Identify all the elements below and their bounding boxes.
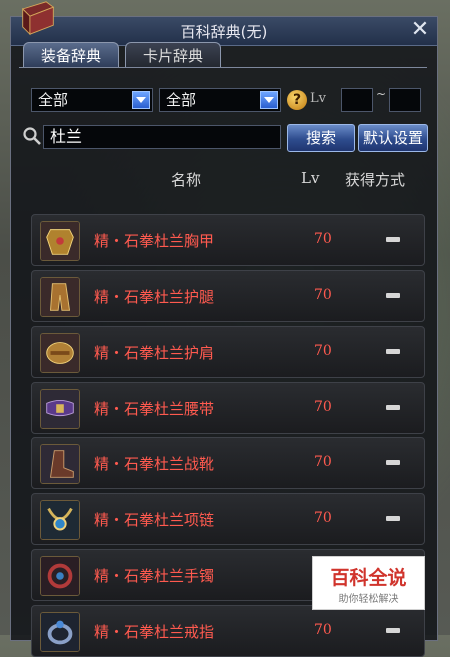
item-name: 精・石拳杜兰护腿 — [94, 288, 215, 306]
column-header-lv: Lv — [301, 169, 320, 187]
search-icon — [23, 127, 41, 145]
boots-icon — [40, 444, 80, 484]
lv-max-input[interactable] — [389, 88, 421, 112]
item-level: 70 — [314, 454, 332, 470]
item-level: 70 — [314, 287, 332, 303]
tab-divider — [19, 67, 427, 68]
source-dash-icon — [386, 293, 400, 298]
chest-armor-icon — [40, 221, 80, 261]
watermark-title: 百科全说 — [330, 567, 407, 589]
lv-filter-label: Lv — [310, 91, 326, 106]
lv-min-input[interactable] — [341, 88, 373, 112]
category-select-1[interactable]: 全部 — [31, 88, 153, 112]
close-icon[interactable]: ✕ — [409, 19, 431, 41]
source-dash-icon — [386, 349, 400, 354]
table-row[interactable]: 精・石拳杜兰戒指 70 — [31, 605, 425, 657]
tab-cards[interactable]: 卡片辞典 — [125, 42, 221, 68]
category-select-2[interactable]: 全部 — [159, 88, 281, 112]
tab-equipment[interactable]: 装备辞典 — [23, 42, 119, 68]
bracelet-icon — [40, 556, 80, 596]
window-title: 百科辞典(无) — [180, 23, 268, 41]
watermark-badge: 百科全说 助你轻松解决 — [312, 556, 425, 610]
item-name: 精・石拳杜兰手镯 — [94, 567, 215, 585]
item-level: 70 — [314, 343, 332, 359]
table-row[interactable]: 精・石拳杜兰腰带 70 — [31, 382, 425, 434]
table-row[interactable]: 精・石拳杜兰护肩 70 — [31, 326, 425, 378]
item-level: 70 — [314, 622, 332, 638]
item-level: 70 — [314, 231, 332, 247]
table-row[interactable]: 精・石拳杜兰战靴 70 — [31, 437, 425, 489]
source-dash-icon — [386, 237, 400, 242]
necklace-icon — [40, 500, 80, 540]
encyclopedia-book-icon — [21, 1, 55, 36]
category-2-value: 全部 — [166, 91, 197, 109]
search-button[interactable]: 搜索 — [287, 124, 355, 152]
chevron-down-icon[interactable] — [132, 91, 150, 109]
table-row[interactable]: 精・石拳杜兰护腿 70 — [31, 270, 425, 322]
item-level: 70 — [314, 510, 332, 526]
source-dash-icon — [386, 460, 400, 465]
shoulder-armor-icon — [40, 333, 80, 373]
table-row[interactable]: 精・石拳杜兰项链 70 — [31, 493, 425, 545]
item-name: 精・石拳杜兰戒指 — [94, 623, 215, 641]
source-dash-icon — [386, 516, 400, 521]
category-1-value: 全部 — [38, 91, 69, 109]
ring-icon — [40, 612, 80, 652]
watermark-subtitle: 助你轻松解决 — [338, 594, 399, 605]
item-name: 精・石拳杜兰胸甲 — [94, 232, 215, 250]
chevron-down-icon[interactable] — [260, 91, 278, 109]
item-name: 精・石拳杜兰腰带 — [94, 400, 215, 418]
help-icon[interactable]: ? — [287, 90, 307, 110]
column-header-source: 获得方式 — [345, 171, 406, 189]
table-row[interactable]: 精・石拳杜兰胸甲 70 — [31, 214, 425, 266]
reset-defaults-button[interactable]: 默认设置 — [358, 124, 428, 152]
item-name: 精・石拳杜兰项链 — [94, 511, 215, 529]
range-separator: ~ — [376, 87, 387, 101]
source-dash-icon — [386, 405, 400, 410]
belt-icon — [40, 389, 80, 429]
encyclopedia-window: 百科辞典(无) ✕ 装备辞典 卡片辞典 全部 全部 ? Lv ~ 杜兰 搜索 默… — [10, 16, 438, 657]
item-name: 精・石拳杜兰护肩 — [94, 344, 215, 362]
source-dash-icon — [386, 628, 400, 633]
search-input[interactable]: 杜兰 — [43, 125, 281, 149]
leg-armor-icon — [40, 277, 80, 317]
item-name: 精・石拳杜兰战靴 — [94, 455, 215, 473]
item-level: 70 — [314, 399, 332, 415]
column-header-name: 名称 — [171, 171, 202, 189]
